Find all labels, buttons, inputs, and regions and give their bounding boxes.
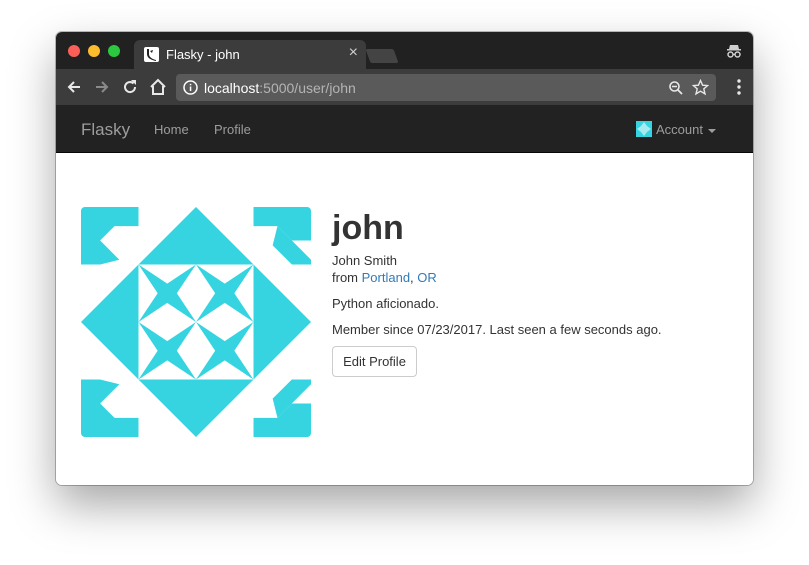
account-avatar	[636, 121, 652, 137]
caret-down-icon	[708, 129, 716, 133]
profile-member-since: Member since 07/23/2017. Last seen a few…	[332, 322, 662, 337]
arrow-right-icon[interactable]	[92, 77, 112, 97]
arrow-left-icon[interactable]	[64, 77, 84, 97]
profile-page: john John Smith from Portland, OR Python…	[56, 153, 753, 485]
profile-about: Python aficionado.	[332, 296, 439, 311]
location-city-link[interactable]: Portland	[362, 270, 410, 285]
profile-avatar	[81, 207, 311, 437]
site-navbar: Flasky Home Profile Account	[56, 105, 753, 153]
zoom-icon[interactable]	[668, 80, 684, 96]
browser-toolbar: localhost:5000/user/john	[56, 69, 753, 105]
location-state-link[interactable]: OR	[417, 270, 437, 285]
browser-tab[interactable]: Flasky - john ×	[134, 40, 366, 69]
address-bar[interactable]: localhost:5000/user/john	[176, 74, 716, 101]
location-prefix: from	[332, 270, 362, 285]
menu-dots-icon[interactable]	[737, 78, 741, 96]
incognito-icon	[725, 42, 743, 60]
edit-profile-button[interactable]: Edit Profile	[332, 346, 417, 377]
url-host: localhost	[204, 80, 260, 96]
account-label: Account	[656, 122, 703, 137]
new-tab-button[interactable]	[365, 49, 399, 63]
brand-link[interactable]: Flasky	[81, 120, 130, 140]
reload-icon[interactable]	[120, 77, 140, 97]
profile-full-name: John Smith	[332, 253, 398, 268]
maximize-window-button[interactable]	[108, 45, 120, 57]
close-window-button[interactable]	[68, 45, 80, 57]
nav-home-link[interactable]: Home	[154, 122, 189, 137]
minimize-window-button[interactable]	[88, 45, 100, 57]
home-icon[interactable]	[148, 77, 168, 97]
browser-window: Flasky - john × localhost:5000/user/john…	[56, 32, 753, 485]
tab-title: Flasky - john	[166, 47, 240, 62]
star-icon[interactable]	[691, 78, 710, 96]
tab-close-icon[interactable]: ×	[349, 45, 358, 61]
info-icon[interactable]	[183, 80, 198, 95]
url-text[interactable]: localhost:5000/user/john	[204, 80, 356, 96]
nav-profile-link[interactable]: Profile	[214, 122, 251, 137]
profile-location: from Portland, OR	[332, 270, 437, 285]
url-path: :5000/user/john	[259, 80, 356, 96]
profile-username: john	[332, 209, 404, 247]
flask-favicon-icon	[144, 47, 159, 62]
tab-strip: Flasky - john ×	[56, 32, 753, 69]
